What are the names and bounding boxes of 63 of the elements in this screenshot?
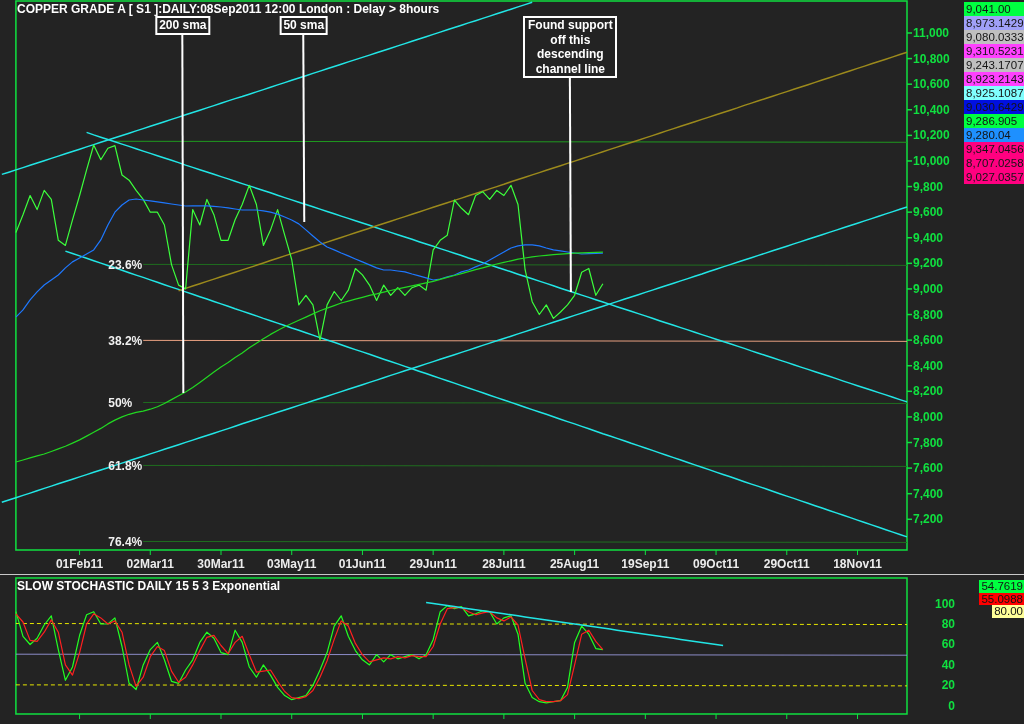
y-axis-label: 20 [941, 678, 955, 693]
y-axis-label: 10,600 [913, 77, 950, 92]
value-label: 8,707.0258 [964, 156, 1024, 170]
fibonacci-level-label: 61.8% [108, 458, 143, 473]
value-label: 9,041.00 [964, 2, 1024, 16]
y-axis-label: 9,800 [913, 179, 944, 194]
y-axis-label: 10,400 [913, 102, 950, 117]
y-axis-label: 8,000 [913, 409, 944, 424]
value-label: 9,243.1707 [964, 58, 1024, 72]
callout-label: 50 sma [279, 16, 329, 35]
chart-title: COPPER GRADE A [ S1 ]:DAILY:08Sep2011 12:00 London : Delay > 8hours [17, 2, 440, 16]
y-axis-label: 7,200 [913, 512, 944, 527]
x-axis-label: 28Jul11 [482, 557, 526, 571]
x-axis-label: 29Jun11 [409, 557, 457, 571]
y-axis-label: 0 [948, 698, 955, 713]
x-axis-label: 19Sep11 [621, 557, 670, 571]
y-axis-label: 40 [941, 657, 955, 672]
value-label: 9,310.5231 [964, 44, 1024, 58]
y-axis-label: 8,400 [913, 358, 944, 373]
x-axis-label: 29Oct11 [763, 557, 810, 571]
x-axis-label: 30Mar11 [197, 557, 245, 571]
x-axis-label: 03May11 [267, 557, 317, 571]
y-axis-label: 9,400 [913, 230, 944, 245]
fibonacci-level-label: 50% [108, 395, 133, 410]
y-axis-label: 10,800 [913, 51, 950, 66]
value-label: 9,280.04 [964, 128, 1024, 142]
y-axis-label: 80 [941, 617, 955, 631]
value-label: 9,347.0456 [964, 142, 1024, 156]
y-axis-label: 8,200 [913, 384, 944, 399]
x-axis-label: 09Oct11 [693, 557, 740, 571]
y-axis-label: 100 [934, 596, 955, 611]
value-label: 9,286.905 [964, 114, 1024, 128]
value-label: 80.00 [992, 605, 1024, 618]
y-axis-label: 10,200 [913, 128, 950, 143]
x-axis-label: 01Jun11 [338, 557, 387, 571]
fibonacci-level-label: 76.4% [108, 534, 143, 549]
callout-label: Found support off this descending channel line [523, 16, 618, 78]
value-label: 8,925.1087 [964, 86, 1024, 100]
y-axis-label: 7,600 [913, 461, 944, 476]
chart-title: SLOW STOCHASTIC DAILY 15 5 3 Exponential [17, 579, 281, 593]
value-label: 8,973.1429 [964, 16, 1024, 30]
value-label: 8,923.2143 [964, 72, 1024, 86]
y-axis-label: 8,800 [913, 307, 944, 322]
y-axis-label: 7,800 [913, 435, 944, 450]
y-axis-label: 10,000 [913, 153, 950, 168]
y-axis-label: 9,200 [913, 256, 944, 271]
value-label: 9,080.0333 [964, 30, 1024, 44]
y-axis-label: 60 [941, 637, 955, 652]
x-axis-label: 02Mar11 [126, 557, 174, 571]
y-axis-label: 9,000 [913, 281, 944, 296]
value-label: 54.7619 [979, 580, 1024, 593]
y-axis-label: 11,000 [913, 26, 950, 40]
value-label: 9,027.0357 [964, 170, 1024, 184]
callout-label: 200 sma [155, 16, 211, 35]
x-axis-label: 01Feb11 [55, 557, 104, 571]
fibonacci-level-label: 38.2% [108, 333, 143, 348]
y-axis-label: 7,400 [913, 486, 944, 501]
x-axis-label: 25Aug11 [549, 557, 600, 571]
x-axis-label: 18Nov11 [833, 557, 882, 571]
fibonacci-level-label: 23.6% [108, 257, 143, 272]
y-axis-label: 9,600 [913, 205, 944, 220]
value-label: 9,030.6429 [964, 100, 1024, 114]
y-axis-label: 8,600 [913, 333, 944, 348]
